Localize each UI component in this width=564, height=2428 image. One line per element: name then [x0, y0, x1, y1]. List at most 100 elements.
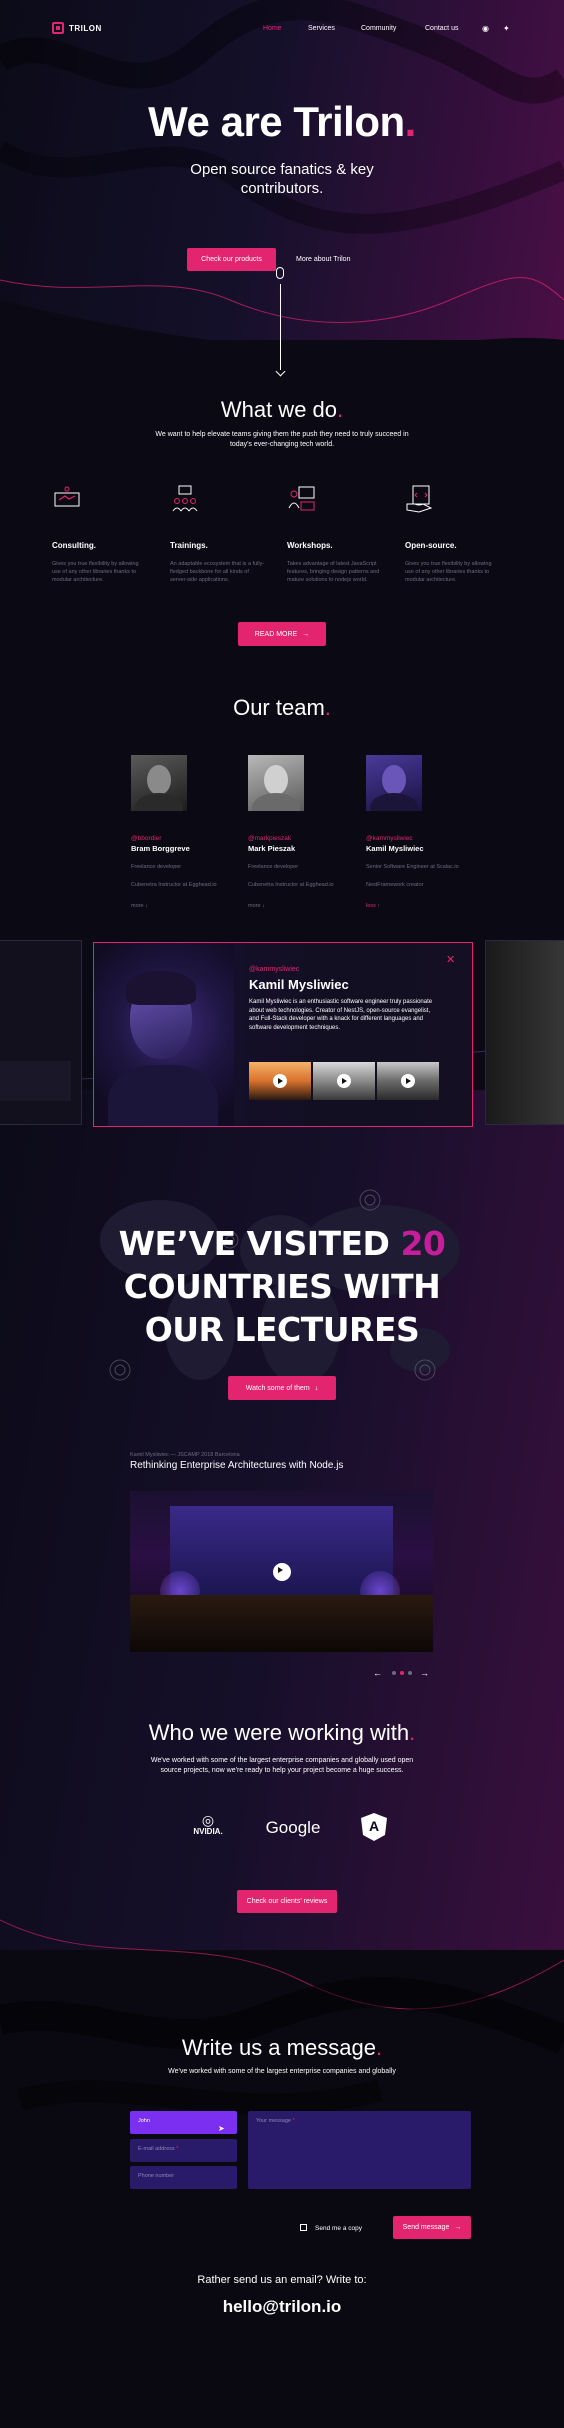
video-thumbnail[interactable] — [249, 1062, 311, 1100]
video-thumbnail[interactable] — [377, 1062, 439, 1100]
profile-handle[interactable]: @kammysliwiec — [249, 966, 299, 973]
send-message-button[interactable]: Send message → — [393, 2216, 471, 2239]
member-role: Freelance developer — [248, 864, 299, 870]
code-hand-icon — [406, 485, 433, 513]
logo-text: TRILON — [69, 23, 102, 33]
clients-title: Who we were working with. — [0, 1720, 564, 1746]
check-products-button[interactable]: Check our products — [187, 248, 276, 271]
handshake-icon — [54, 486, 80, 507]
nav-link-community[interactable]: Community — [361, 25, 396, 32]
nav-link-home[interactable]: Home — [263, 25, 282, 32]
contact-subtitle: We've worked with some of the largest en… — [168, 2068, 396, 2075]
close-icon[interactable]: ✕ — [446, 953, 455, 966]
service-desc: Takes advantage of latest JavaScript fea… — [287, 561, 380, 583]
presenter-icon — [288, 486, 315, 511]
service-title: Consulting. — [52, 541, 96, 550]
watch-lectures-button[interactable]: Watch some of them ↓ — [228, 1376, 336, 1400]
service-workshops: Workshops. Takes advantage of latest Jav… — [287, 484, 383, 584]
carousel-dot[interactable] — [392, 1671, 396, 1675]
less-label: less — [366, 903, 376, 909]
audience-icon — [172, 485, 198, 512]
nvidia-logo-text: NVIDIA. — [193, 1827, 223, 1836]
nav-link-services[interactable]: Services — [308, 25, 335, 32]
twitter-icon[interactable]: ✦ — [503, 24, 510, 33]
carousel-dot[interactable] — [408, 1671, 412, 1675]
video-thumbnail[interactable] — [313, 1062, 375, 1100]
more-label: more — [131, 903, 144, 909]
clients-reviews-button[interactable]: Check our clients' reviews — [237, 1890, 337, 1913]
clients-subtitle: We've worked with some of the largest en… — [150, 1757, 414, 1774]
arrow-right-icon: → — [302, 630, 310, 638]
email-field-label-text: E-mail address — [138, 2146, 175, 2152]
visited-line-3: OUR LECTURES — [144, 1310, 420, 1349]
play-icon — [337, 1074, 351, 1088]
profile-panel: @kammysliwiec Kamil Mysliwiec Kamil Mysl… — [93, 942, 473, 1127]
email-field[interactable]: E-mail address * — [130, 2139, 237, 2162]
service-desc: Gives you true flexibility by allowing u… — [52, 561, 139, 583]
send-copy-checkbox[interactable] — [300, 2224, 307, 2231]
member-role: Senior Software Engineer at Scalac.io — [366, 864, 459, 870]
service-title: Open-source. — [405, 541, 457, 550]
message-textarea[interactable]: Your message * — [248, 2111, 471, 2189]
lecture-video[interactable] — [130, 1491, 433, 1652]
clients-title-text: Who we were working with — [148, 1720, 410, 1745]
github-icon[interactable]: ◉ — [482, 24, 489, 33]
clients-title-dot: . — [409, 1720, 416, 1745]
profile-name: Kamil Mysliwiec — [249, 977, 349, 992]
countries-count: 20 — [400, 1224, 446, 1263]
team-title-dot: . — [324, 695, 331, 720]
service-title: Trainings. — [170, 541, 208, 550]
member-name: Mark Pieszak — [248, 844, 296, 853]
hero-title: We are Trilon. — [0, 98, 564, 146]
contact-email-link[interactable]: hello@trilon.io — [0, 2297, 564, 2317]
side-card-left — [0, 940, 82, 1125]
what-we-do-title: What we do. — [0, 397, 564, 423]
google-logo: Google — [265, 1818, 321, 1837]
name-field-value: John — [138, 2118, 150, 2124]
what-we-do-title-text: What we do — [220, 397, 338, 422]
member-less-toggle[interactable]: less ↑ — [366, 903, 466, 909]
email-prompt: Rather send us an email? Write to: — [197, 2274, 367, 2286]
member-handle[interactable]: @bbordier — [131, 835, 231, 842]
member-handle[interactable]: @markpieszak — [248, 835, 348, 842]
carousel-next-icon[interactable]: → — [420, 1668, 429, 1678]
member-handle[interactable]: @kammysliwiec — [366, 835, 466, 842]
talk-meta: Kamil Mysliwiec — JSCAMP 2018 Barcelona — [130, 1452, 240, 1458]
top-nav: TRILON Home Services Community Contact u… — [0, 22, 564, 38]
email-field-label: E-mail address * — [138, 2146, 178, 2152]
carousel-prev-icon[interactable]: ← — [373, 1668, 382, 1678]
carousel-dot-active[interactable] — [400, 1671, 404, 1675]
visited-line-2: COUNTRIES WITH — [123, 1267, 441, 1306]
video-stage — [170, 1506, 393, 1596]
more-label: more — [248, 903, 261, 909]
avatar — [131, 755, 187, 811]
visited-line-1-text: WE’VE VISITED — [118, 1224, 390, 1263]
nav-link-contact[interactable]: Contact us — [425, 25, 458, 32]
avatar — [248, 755, 304, 811]
service-trainings: Trainings. An adaptable ecosystem that i… — [170, 484, 266, 584]
team-member-bram[interactable]: @bbordier Bram Borggreve Freelance devel… — [131, 755, 231, 909]
nvidia-logo: ◎ NVIDIA. — [188, 1813, 228, 1836]
team-member-kamil[interactable]: @kammysliwiec Kamil Mysliwiec Senior Sof… — [366, 755, 466, 909]
phone-field[interactable]: Phone number — [130, 2166, 237, 2189]
member-more-toggle[interactable]: more ↓ — [131, 903, 231, 909]
logo[interactable]: TRILON — [52, 22, 102, 34]
team-member-mark[interactable]: @markpieszak Mark Pieszak Freelance deve… — [248, 755, 348, 909]
read-more-button[interactable]: READ MORE → — [238, 622, 326, 646]
scroll-line — [280, 284, 281, 370]
more-about-link[interactable]: More about Trilon — [296, 256, 350, 263]
video-floor — [130, 1595, 433, 1652]
play-icon[interactable] — [272, 1562, 291, 1581]
contact-background — [0, 1950, 564, 2428]
member-more-toggle[interactable]: more ↓ — [248, 903, 348, 909]
required-asterisk: * — [292, 2118, 295, 2124]
send-message-label: Send message — [402, 2224, 450, 2231]
team-title-text: Our team — [233, 695, 325, 720]
message-field-label-text: Your message — [256, 2118, 291, 2124]
side-card-video — [0, 1061, 71, 1101]
trilon-logo-icon — [52, 22, 64, 34]
member-name: Bram Borggreve — [131, 844, 190, 853]
what-we-do-subtitle: We want to help elevate teams giving the… — [155, 431, 409, 448]
nvidia-eye-icon: ◎ — [201, 1812, 215, 1828]
side-card-right — [485, 940, 564, 1125]
